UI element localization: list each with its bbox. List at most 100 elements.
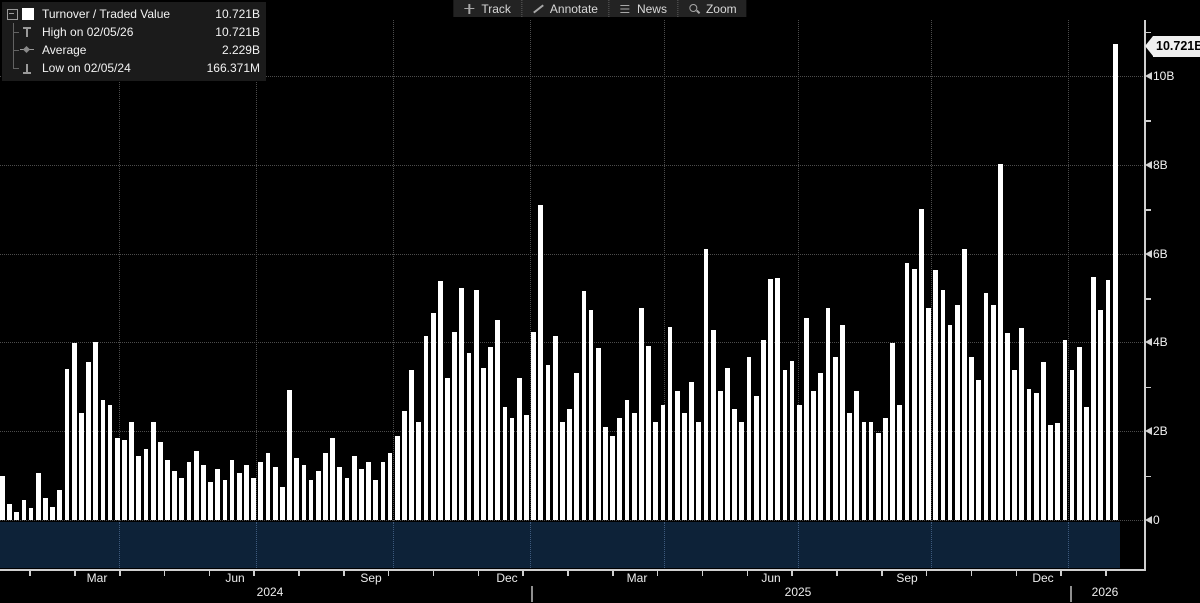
bar xyxy=(625,400,630,520)
bar xyxy=(323,453,328,520)
high-marker-icon xyxy=(22,26,33,38)
bar xyxy=(481,368,486,520)
bar xyxy=(912,269,917,520)
annotate-button[interactable]: Annotate xyxy=(521,0,608,17)
y-minor-tick xyxy=(1145,209,1151,211)
bar xyxy=(165,460,170,520)
bar xyxy=(467,353,472,520)
bar xyxy=(610,436,615,520)
bar xyxy=(373,480,378,520)
legend-row-series[interactable]: Turnover / Traded Value 10.721B xyxy=(6,5,260,23)
x-month-label: Dec xyxy=(1032,571,1053,585)
bar xyxy=(546,365,551,520)
bar xyxy=(395,436,400,520)
bar xyxy=(208,482,213,520)
bar xyxy=(258,462,263,520)
bar xyxy=(1063,340,1068,520)
bar xyxy=(237,473,242,520)
legend-row-average[interactable]: Average 2.229B xyxy=(6,41,260,59)
bar xyxy=(696,422,701,520)
zero-band xyxy=(0,522,1120,568)
bar xyxy=(847,413,852,520)
bar xyxy=(1084,407,1089,520)
bar xyxy=(409,370,414,520)
bar xyxy=(510,418,515,520)
y-minor-tick xyxy=(1145,32,1151,34)
zoom-button[interactable]: Zoom xyxy=(677,0,747,17)
bar xyxy=(890,343,895,520)
gridline-horizontal xyxy=(0,342,1145,343)
zero-band-gridline xyxy=(393,522,394,568)
bar xyxy=(617,418,622,520)
x-month-tick xyxy=(343,570,345,576)
bar xyxy=(93,342,98,520)
bar xyxy=(266,453,271,520)
bar xyxy=(1041,362,1046,520)
bar xyxy=(0,476,5,520)
x-year-label: 2024 xyxy=(257,585,284,599)
x-month-tick xyxy=(253,570,255,576)
x-month-tick xyxy=(29,570,31,576)
bar xyxy=(474,290,479,520)
bar xyxy=(402,411,407,520)
bar xyxy=(194,451,199,520)
bar xyxy=(1034,393,1039,520)
x-year-label: 2026 xyxy=(1092,585,1119,599)
x-month-tick xyxy=(1016,570,1018,576)
x-month-tick xyxy=(209,570,211,576)
legend-box: Turnover / Traded Value 10.721B High on … xyxy=(2,2,266,81)
y-minor-tick xyxy=(1145,120,1151,122)
bar xyxy=(833,357,838,520)
bar xyxy=(1055,423,1060,520)
bar xyxy=(495,320,500,520)
bar xyxy=(503,407,508,520)
zero-band-gridline xyxy=(256,522,257,568)
legend-row-low[interactable]: Low on 02/05/24 166.371M xyxy=(6,59,260,77)
y-tick-label: 8B xyxy=(1153,158,1168,172)
zoom-icon xyxy=(688,3,700,15)
chart-plot-area[interactable]: 02B4B6B8B10BMarJunSepDecMarJunSepDec2024… xyxy=(0,0,1200,603)
bar xyxy=(639,308,644,520)
bar xyxy=(582,291,587,520)
bar xyxy=(811,391,816,520)
gridline-vertical xyxy=(256,20,257,521)
bar xyxy=(661,405,666,520)
x-month-label: Jun xyxy=(225,571,244,585)
bar xyxy=(538,205,543,520)
bar xyxy=(151,422,156,520)
bar xyxy=(754,396,759,520)
x-month-label: Dec xyxy=(496,571,517,585)
bar xyxy=(747,357,752,520)
tree-expander-icon[interactable] xyxy=(7,9,18,20)
bar xyxy=(187,462,192,520)
bar xyxy=(897,405,902,520)
chart-toolbar: Track Annotate News Zoom xyxy=(453,0,746,17)
bar xyxy=(668,327,673,520)
bar xyxy=(517,378,522,520)
bar xyxy=(122,440,127,520)
bar xyxy=(86,362,91,520)
track-button[interactable]: Track xyxy=(453,0,521,17)
zoom-button-label: Zoom xyxy=(706,2,737,16)
bar xyxy=(854,391,859,520)
bar xyxy=(1012,370,1017,520)
legend-low-value: 166.371M xyxy=(207,61,260,75)
x-axis-line xyxy=(0,569,1146,571)
legend-row-high[interactable]: High on 02/05/26 10.721B xyxy=(6,23,260,41)
bar xyxy=(567,409,572,520)
news-button[interactable]: News xyxy=(608,0,677,17)
bar xyxy=(998,164,1003,520)
bar xyxy=(136,456,141,520)
legend-low-label: Low on 02/05/24 xyxy=(42,61,131,75)
bar xyxy=(416,422,421,520)
bar xyxy=(574,373,579,520)
bar xyxy=(991,305,996,520)
bar xyxy=(359,469,364,520)
year-separator xyxy=(531,586,533,602)
track-icon xyxy=(463,3,475,15)
y-axis-line xyxy=(1144,20,1146,571)
gridline-horizontal xyxy=(0,165,1145,166)
terminal-chart-screen: 02B4B6B8B10BMarJunSepDecMarJunSepDec2024… xyxy=(0,0,1200,603)
bar xyxy=(273,467,278,520)
bar xyxy=(366,462,371,520)
